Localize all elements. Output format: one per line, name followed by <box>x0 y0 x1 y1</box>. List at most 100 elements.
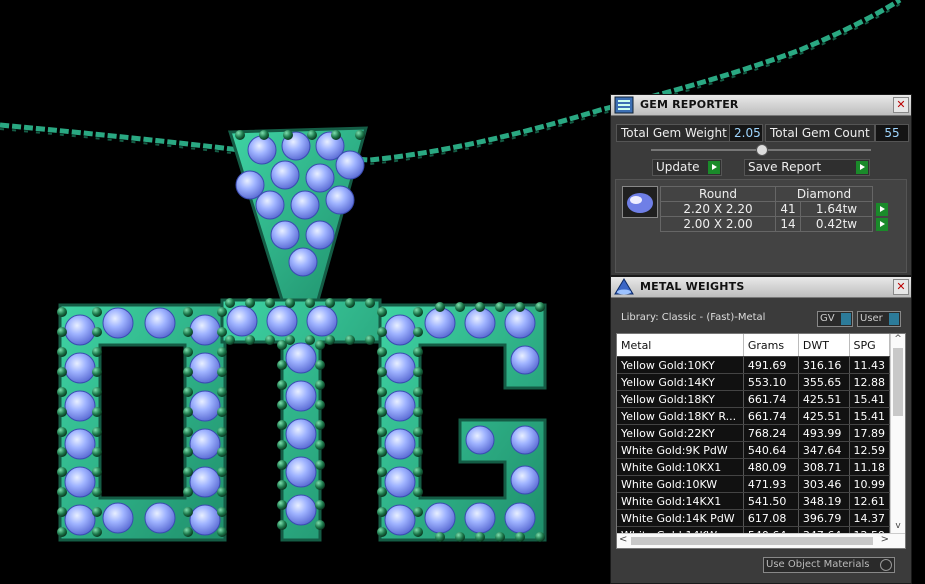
row-action[interactable] <box>873 217 894 232</box>
metal-row[interactable]: Yellow Gold:18KY 661.74 425.51 15.41 <box>617 390 890 408</box>
metal-row[interactable]: White Gold:10KW 471.93 303.46 10.99 <box>617 475 890 493</box>
metal-table: Metal Grams DWT SPG Yellow Gold:10KY 491.… <box>617 334 890 533</box>
prong-bead <box>92 527 102 537</box>
prong-bead <box>475 532 485 542</box>
gem-reporter-titlebar[interactable]: GEM REPORTER ✕ <box>611 95 911 116</box>
horizontal-scrollbar[interactable]: < > <box>617 533 905 548</box>
prong-bead <box>413 507 423 517</box>
prong-bead <box>413 487 423 497</box>
gem-table-row[interactable]: 2.20 X 2.20 41 1.64tw <box>660 201 894 217</box>
prong-bead <box>377 487 387 497</box>
prong-bead <box>435 532 445 542</box>
diamond-stone <box>270 160 300 190</box>
gv-toggle[interactable]: GV <box>817 311 853 327</box>
prong-bead <box>331 130 341 140</box>
gem-weight: 0.42tw <box>800 216 873 232</box>
col-grams[interactable]: Grams <box>743 334 799 357</box>
diamond-stone <box>424 307 456 339</box>
gem-table-header: Round Diamond <box>660 186 894 202</box>
user-toggle[interactable]: User <box>857 311 901 327</box>
prong-bead <box>245 298 255 308</box>
metal-cell-spg: 15.41 <box>849 390 890 408</box>
metal-table-header: Metal Grams DWT SPG <box>617 334 890 357</box>
metal-row[interactable]: White Gold:10KX1 480.09 308.71 11.18 <box>617 458 890 476</box>
gem-count: 41 <box>775 201 801 217</box>
prong-bead <box>57 527 67 537</box>
diamond-stone <box>384 390 416 422</box>
use-object-materials-toggle[interactable]: Use Object Materials <box>763 557 895 573</box>
scroll-up-arrow[interactable]: ^ <box>891 334 905 346</box>
col-dwt[interactable]: DWT <box>798 334 850 357</box>
prong-bead <box>283 130 293 140</box>
prong-bead <box>413 307 423 317</box>
prong-bead <box>535 532 545 542</box>
col-metal[interactable]: Metal <box>617 334 744 357</box>
gem-table: Round Diamond 2.20 X 2.20 41 1.64tw 2.00… <box>660 186 894 232</box>
close-icon[interactable]: ✕ <box>893 97 909 113</box>
prong-bead <box>413 347 423 357</box>
col-spg[interactable]: SPG <box>849 334 890 357</box>
update-button[interactable]: Update <box>652 159 722 176</box>
diamond-stone <box>102 502 134 534</box>
vertical-scrollbar[interactable]: ^ v <box>890 334 905 533</box>
diamond-stone <box>64 428 96 460</box>
prong-bead <box>413 387 423 397</box>
prong-bead <box>377 327 387 337</box>
scroll-left-arrow[interactable]: < <box>619 534 627 545</box>
metal-row[interactable]: Yellow Gold:18KY R... 661.74 425.51 15.41 <box>617 407 890 425</box>
prong-bead <box>495 532 505 542</box>
prong-bead <box>183 447 193 457</box>
metal-row[interactable]: White Gold:14K PdW 617.08 396.79 14.37 <box>617 509 890 527</box>
gem-count: 14 <box>775 216 801 232</box>
prong-bead <box>183 347 193 357</box>
prong-bead <box>183 307 193 317</box>
gem-table-row[interactable]: 2.00 X 2.00 14 0.42tw <box>660 216 894 232</box>
diamond-stone <box>384 466 416 498</box>
prong-bead <box>315 460 325 470</box>
toggle-knob <box>889 313 899 325</box>
prong-bead <box>57 347 67 357</box>
diamond-stone <box>189 504 221 536</box>
prong-bead <box>217 467 227 477</box>
prong-bead <box>325 335 335 345</box>
scroll-h-thumb[interactable] <box>631 537 873 545</box>
prong-bead <box>413 467 423 477</box>
diamond-stone <box>64 352 96 384</box>
diamond-stone <box>64 466 96 498</box>
prong-bead <box>217 407 227 417</box>
prong-bead <box>217 367 227 377</box>
prong-bead <box>57 507 67 517</box>
gem-thumbnail-icon[interactable] <box>622 186 658 218</box>
metal-weights-titlebar[interactable]: METAL WEIGHTS ✕ <box>611 277 911 298</box>
metal-row[interactable]: Yellow Gold:10KY 491.69 316.16 11.43 <box>617 356 890 374</box>
diamond-stone <box>290 190 320 220</box>
metal-table-container[interactable]: Metal Grams DWT SPG Yellow Gold:10KY 491.… <box>616 333 906 549</box>
metal-cell-spg: 12.59 <box>849 441 890 459</box>
row-action[interactable] <box>873 202 894 217</box>
diamond-stone <box>270 220 300 250</box>
prong-bead <box>435 302 445 312</box>
metal-row[interactable]: White Gold:9K PdW 540.64 347.64 12.59 <box>617 441 890 459</box>
prong-bead <box>217 327 227 337</box>
prong-bead <box>57 427 67 437</box>
scroll-right-arrow[interactable]: > <box>881 534 889 545</box>
metal-row[interactable]: White Gold:14KX1 541.50 348.19 12.61 <box>617 492 890 510</box>
diamond-stone <box>285 380 317 412</box>
scroll-down-arrow[interactable]: v <box>891 521 905 533</box>
prong-bead <box>225 298 235 308</box>
close-icon[interactable]: ✕ <box>893 279 909 295</box>
scroll-thumb[interactable] <box>893 348 903 416</box>
splitter-knob[interactable] <box>756 144 768 156</box>
metal-row[interactable]: Yellow Gold:14KY 553.10 355.65 12.88 <box>617 373 890 391</box>
prong-bead <box>183 427 193 437</box>
metal-cell-metal: White Gold:10KX1 <box>617 458 744 476</box>
metal-cell-grams: 541.50 <box>743 492 799 510</box>
prong-bead <box>225 335 235 345</box>
metal-row[interactable]: Yellow Gold:22KY 768.24 493.99 17.89 <box>617 424 890 442</box>
diamond-stone <box>144 502 176 534</box>
save-report-button[interactable]: Save Report <box>744 159 870 176</box>
metal-cell-metal: Yellow Gold:18KY R... <box>617 407 744 425</box>
diamond-stone <box>285 342 317 374</box>
diamond-stone <box>504 307 536 339</box>
prong-bead <box>377 527 387 537</box>
